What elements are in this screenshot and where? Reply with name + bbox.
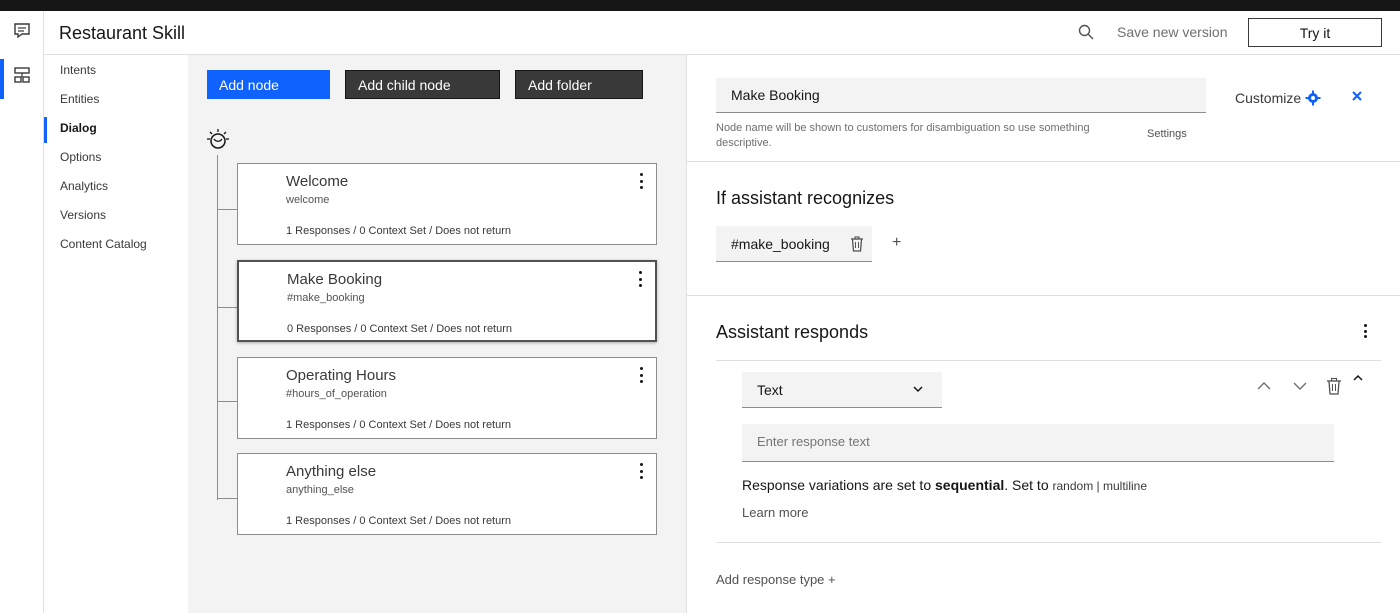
search-icon — [1078, 24, 1094, 40]
dialog-node-make-booking[interactable]: Make Booking #make_booking 0 Responses /… — [237, 260, 657, 342]
save-new-version-button[interactable]: Save new version — [1117, 24, 1228, 40]
add-child-node-button[interactable]: Add child node — [345, 70, 500, 99]
chat-icon — [14, 23, 30, 39]
variations-separator: | — [1093, 479, 1103, 493]
response-type-select[interactable]: Text — [742, 372, 942, 408]
divider — [716, 360, 1381, 361]
chevron-up-icon — [1257, 382, 1271, 390]
add-folder-button[interactable]: Add folder — [515, 70, 643, 99]
watson-root-icon — [206, 127, 230, 151]
node-overflow-menu-icon[interactable] — [634, 172, 648, 190]
close-editor-button[interactable] — [1348, 88, 1366, 106]
node-editor-panel: Node name will be shown to customers for… — [686, 55, 1400, 613]
responds-title: Assistant responds — [716, 322, 869, 342]
response-type-value: Text — [757, 381, 783, 398]
dialog-node-operating-hours[interactable]: Operating Hours #hours_of_operation 1 Re… — [237, 357, 657, 439]
node-overflow-menu-icon[interactable] — [634, 462, 648, 480]
dialog-node-welcome[interactable]: Welcome welcome 1 Responses / 0 Context … — [237, 163, 657, 245]
recognizes-title: If assistant recognizes — [716, 188, 895, 208]
customize-button[interactable]: Customize — [1235, 90, 1321, 106]
nav-item-dialog[interactable]: Dialog — [44, 117, 188, 143]
node-title: Anything else — [286, 463, 377, 480]
tree-branch — [217, 401, 239, 402]
variation-random-link[interactable]: random — [1053, 479, 1094, 493]
icon-rail — [0, 11, 44, 613]
dialog-canvas: Add node Add child node Add folder Welco… — [188, 55, 686, 613]
search-button[interactable] — [1077, 23, 1097, 43]
close-icon — [1352, 91, 1362, 101]
nav-item-versions[interactable]: Versions — [44, 204, 188, 226]
add-response-type-button[interactable]: Add response type + — [716, 572, 836, 587]
add-node-button[interactable]: Add node — [207, 70, 330, 99]
skills-icon — [14, 67, 30, 83]
node-name-helper-text: Node name will be shown to customers for… — [716, 122, 1090, 149]
tree-branch — [217, 307, 239, 308]
gear-icon — [1305, 90, 1321, 106]
learn-more-link[interactable]: Learn more — [742, 505, 808, 520]
variations-mode: sequential — [935, 477, 1005, 493]
chevron-down-icon — [912, 382, 924, 394]
nav-item-options[interactable]: Options — [44, 146, 188, 168]
response-text-input[interactable] — [742, 424, 1334, 462]
response-variations-text: Response variations are set to sequentia… — [742, 477, 1147, 493]
node-condition: #hours_of_operation — [286, 388, 387, 400]
node-summary: 1 Responses / 0 Context Set / Does not r… — [286, 419, 512, 431]
chevron-up-icon — [1353, 374, 1363, 381]
delete-response-button[interactable] — [1326, 377, 1344, 395]
node-condition: #make_booking — [287, 292, 365, 304]
node-name-input[interactable] — [716, 78, 1206, 113]
nav-item-analytics[interactable]: Analytics — [44, 175, 188, 197]
node-title: Welcome — [286, 173, 349, 190]
skill-nav: Intents Entities Dialog Options Analytic… — [44, 55, 188, 613]
node-condition: anything_else — [286, 484, 354, 496]
tree-branch — [217, 498, 239, 499]
customize-label: Customize — [1235, 90, 1302, 106]
add-condition-button[interactable]: + — [892, 234, 901, 252]
app-header: Restaurant Skill Save new version Try it — [44, 11, 1400, 55]
node-condition: welcome — [286, 194, 330, 206]
condition-intent-label: #make_booking — [731, 235, 830, 252]
node-title: Operating Hours — [286, 367, 397, 384]
variations-mid: . Set to — [1004, 477, 1053, 493]
settings-label[interactable]: Settings — [1147, 128, 1187, 140]
try-it-button[interactable]: Try it — [1248, 18, 1382, 47]
trash-icon — [1327, 377, 1341, 395]
divider — [716, 542, 1381, 543]
node-summary: 1 Responses / 0 Context Set / Does not r… — [286, 225, 512, 237]
chevron-down-icon — [1293, 382, 1307, 390]
tree-branch — [217, 209, 239, 210]
skill-title: Restaurant Skill — [59, 23, 186, 43]
variation-multiline-link[interactable]: multiline — [1103, 479, 1147, 493]
add-response-type-label: Add response type — [716, 572, 825, 587]
move-down-button[interactable] — [1291, 377, 1309, 395]
divider — [687, 295, 1400, 296]
rail-item-assistants[interactable] — [0, 11, 44, 51]
variations-prefix: Response variations are set to — [742, 477, 935, 493]
collapse-response-button[interactable] — [1351, 371, 1369, 389]
condition-intent-chip[interactable]: #make_booking — [716, 226, 872, 262]
move-up-button[interactable] — [1255, 377, 1273, 395]
node-overflow-menu-icon[interactable] — [634, 366, 648, 384]
trash-icon — [851, 236, 863, 252]
tree-connector — [217, 155, 218, 500]
dialog-node-anything-else[interactable]: Anything else anything_else 1 Responses … — [237, 453, 657, 535]
divider — [687, 161, 1400, 162]
node-overflow-menu-icon[interactable] — [633, 270, 647, 288]
nav-item-intents[interactable]: Intents — [44, 59, 188, 81]
node-summary: 0 Responses / 0 Context Set / Does not r… — [287, 323, 513, 335]
node-title: Make Booking — [287, 271, 383, 288]
plus-icon: + — [828, 572, 836, 587]
node-summary: 1 Responses / 0 Context Set / Does not r… — [286, 515, 512, 527]
nav-item-content-catalog[interactable]: Content Catalog — [44, 233, 188, 255]
response-overflow-menu-icon[interactable] — [1362, 324, 1368, 338]
top-bar — [0, 0, 1400, 11]
rail-item-skills[interactable] — [0, 55, 44, 99]
nav-item-entities[interactable]: Entities — [44, 88, 188, 110]
delete-condition-button[interactable] — [850, 236, 864, 252]
